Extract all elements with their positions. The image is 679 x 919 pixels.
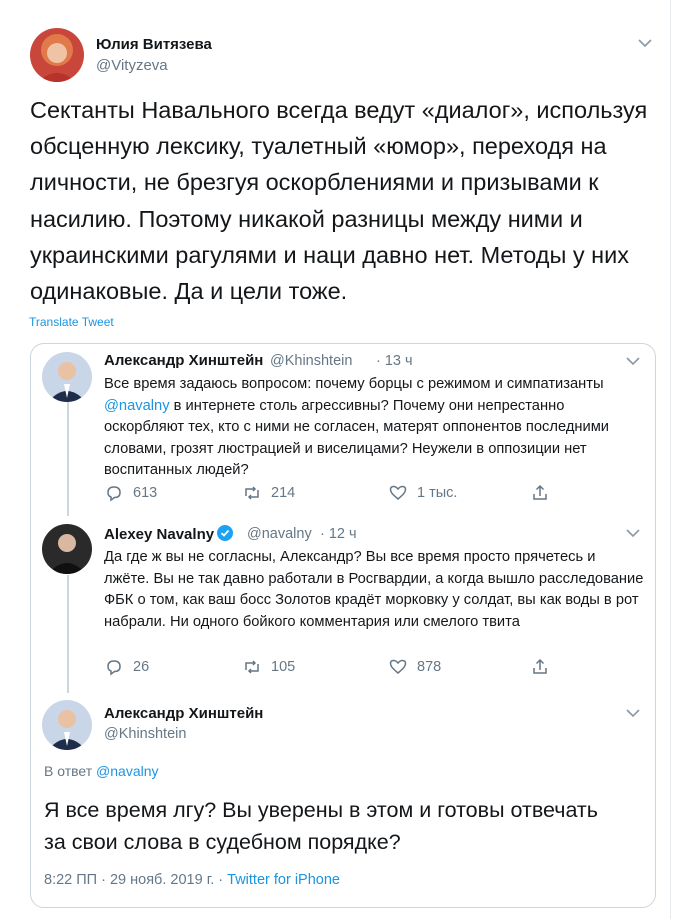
reply-to-prefix: В ответ: [44, 763, 97, 779]
chevron-down-icon[interactable]: [624, 355, 642, 367]
retweet-count: 105: [271, 659, 296, 675]
quoted-text-part: в интернете столь агрессивны? Почему они…: [104, 397, 610, 479]
quoted-author-handle[interactable]: @Khinshtein: [104, 726, 186, 742]
quoted-time[interactable]: · 13 ч: [376, 353, 413, 369]
author-name[interactable]: Юлия Витязева: [96, 36, 212, 53]
quoted-author-name[interactable]: Александр Хинштейн: [104, 352, 263, 369]
quoted-author-name[interactable]: Александр Хинштейн: [104, 705, 263, 722]
share-action[interactable]: [530, 657, 550, 677]
like-count: 1 тыс.: [417, 485, 458, 501]
chevron-down-icon[interactable]: [624, 707, 642, 719]
like-action[interactable]: 1 тыс.: [388, 483, 457, 503]
reply-to-line: В ответ @navalny: [44, 763, 159, 779]
retweet-action[interactable]: 214: [242, 483, 295, 503]
share-icon: [533, 658, 547, 674]
quoted-text: Да где ж вы не согласны, Александр? Вы в…: [104, 549, 644, 630]
source-link[interactable]: Twitter for iPhone: [227, 872, 340, 888]
quoted-author-handle[interactable]: @navalny: [247, 526, 312, 542]
quoted-author-handle[interactable]: @Khinshtein: [270, 353, 352, 369]
quoted-time[interactable]: · 12 ч: [320, 526, 357, 542]
retweet-icon: [245, 660, 259, 674]
like-count: 878: [417, 659, 442, 675]
heart-icon: [389, 659, 407, 674]
translate-link[interactable]: Translate Tweet: [29, 315, 114, 329]
quoted-text: Все время задаюсь вопросом: почему борцы…: [104, 374, 644, 482]
reply-icon: [107, 660, 121, 676]
mention-link[interactable]: @navalny: [96, 763, 158, 779]
tweet-frame: Юлия Витязева @Vityzeva Сектанты Навальн…: [0, 0, 671, 919]
chevron-down-icon[interactable]: [624, 527, 642, 539]
quoted-author-name[interactable]: Alexey Navalny: [104, 525, 234, 543]
like-action[interactable]: 878: [388, 657, 441, 677]
reply-action[interactable]: 613: [104, 483, 157, 503]
tweet-text: Сектанты Навального всегда ведут «диалог…: [30, 97, 648, 305]
reply-action[interactable]: 26: [104, 657, 149, 677]
tweet-footer: 8:22 ПП · 29 нояб. 2019 г. · Twitter for…: [44, 872, 340, 888]
verified-badge-icon: [217, 525, 234, 541]
thread-line: [67, 398, 69, 516]
avatar[interactable]: [42, 524, 92, 574]
quoted-reply-text: Я все время лгу? Вы уверены в этом и гот…: [44, 798, 598, 854]
reply-count: 26: [133, 659, 150, 675]
avatar[interactable]: [42, 700, 92, 750]
timestamp[interactable]: 8:22 ПП · 29 нояб. 2019 г. ·: [44, 872, 227, 888]
share-action[interactable]: [530, 483, 550, 503]
reply-count: 613: [133, 485, 158, 501]
reply-icon: [107, 486, 121, 502]
thread-line: [67, 575, 69, 693]
avatar[interactable]: [42, 352, 92, 402]
author-avatar[interactable]: [30, 28, 84, 82]
mention-link[interactable]: @navalny: [104, 398, 170, 414]
retweet-action[interactable]: 105: [242, 657, 295, 677]
quoted-text-part: Все время задаюсь вопросом: почему борцы…: [104, 376, 604, 392]
share-icon: [533, 484, 547, 500]
chevron-down-icon[interactable]: [636, 37, 654, 49]
heart-icon: [389, 485, 407, 500]
retweet-icon: [245, 486, 259, 500]
retweet-count: 214: [271, 485, 296, 501]
author-handle[interactable]: @Vityzeva: [96, 57, 168, 74]
quoted-author-name-text: Alexey Navalny: [104, 526, 215, 543]
